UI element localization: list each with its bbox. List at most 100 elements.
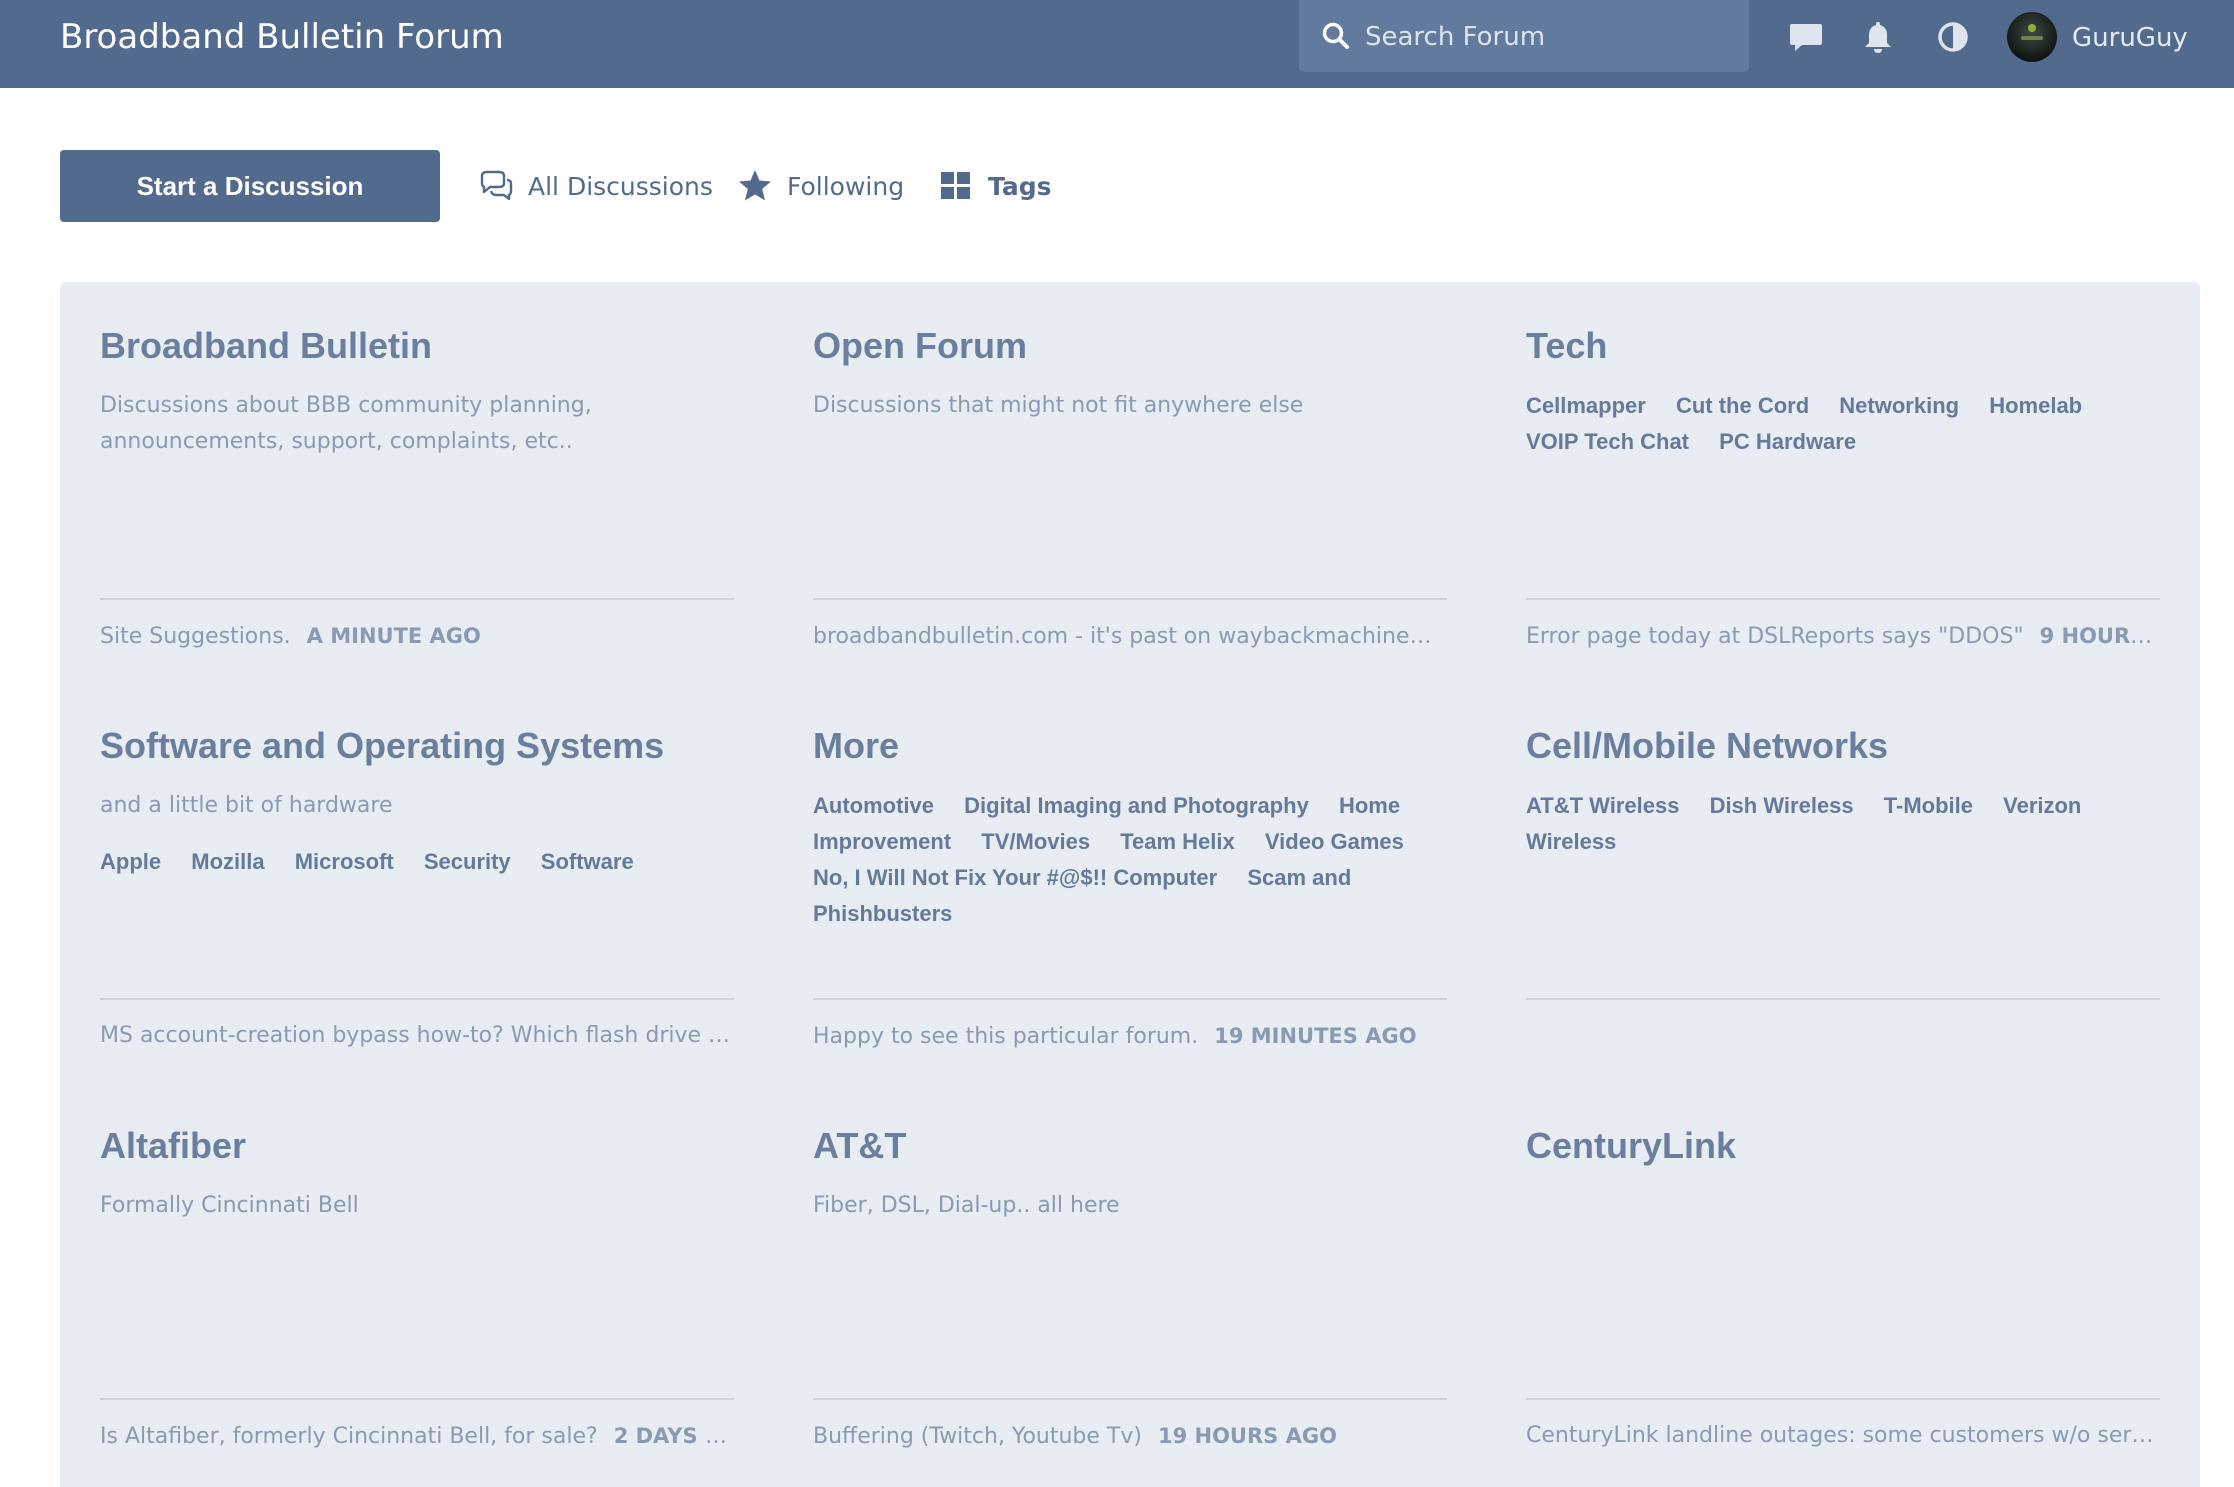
child-tag-link[interactable]: No, I Will Not Fix Your #@$!! Computer	[813, 865, 1217, 890]
nav-tags-label: Tags	[988, 171, 1052, 201]
last-discussion-title: MS account-creation bypass how-to? Which…	[100, 1023, 734, 1048]
child-tag-link[interactable]: Team Helix	[1120, 829, 1235, 854]
tags-grid-icon	[941, 172, 970, 199]
last-discussion-title: CenturyLink landline outages: some custo…	[1526, 1423, 2160, 1448]
nav-tags[interactable]: Tags	[938, 168, 1051, 204]
tile-divider	[813, 1398, 1447, 1400]
nav-following[interactable]: Following	[737, 168, 904, 204]
tag-tile-more[interactable]: More Automotive Digital Imaging and Phot…	[813, 682, 1447, 1082]
last-discussion-link[interactable]: Buffering (Twitch, Youtube Tv) 19 HOURS A…	[813, 1418, 1447, 1454]
search-icon	[1322, 22, 1349, 49]
tag-title[interactable]: Altafiber	[100, 1124, 246, 1168]
child-tag-link[interactable]: AT&T Wireless	[1526, 793, 1679, 818]
tag-description: Fiber, DSL, Dial-up.. all here	[813, 1193, 1120, 1218]
forum-title[interactable]: Broadband Bulletin Forum	[60, 15, 504, 59]
last-discussion-link[interactable]: CenturyLink landline outages: some custo…	[1526, 1418, 2160, 1454]
search-input[interactable]	[1363, 14, 1727, 60]
nav-all-discussions-label: All Discussions	[528, 171, 713, 201]
tag-description: Discussions that might not fit anywhere …	[813, 393, 1304, 418]
child-tag-link[interactable]: Networking	[1839, 393, 1959, 418]
last-discussion-time: A MINUTE AGO	[306, 624, 481, 648]
last-discussion-time: 19 MINUTES AGO	[1214, 1024, 1417, 1048]
bell-icon[interactable]	[1860, 19, 1896, 55]
last-discussion-link[interactable]: Is Altafiber, formerly Cincinnati Bell, …	[100, 1418, 734, 1454]
tag-title[interactable]: CenturyLink	[1526, 1124, 1736, 1168]
child-tag-link[interactable]: Mozilla	[191, 849, 264, 874]
last-discussion-title: Buffering (Twitch, Youtube Tv)	[813, 1424, 1142, 1449]
tag-description: Formally Cincinnati Bell	[100, 1193, 359, 1218]
tag-title[interactable]: Cell/Mobile Networks	[1526, 724, 1888, 768]
tag-tile-broadband-bulletin[interactable]: Broadband Bulletin Discussions about BBB…	[100, 282, 734, 682]
search-box[interactable]	[1299, 0, 1749, 72]
last-discussion-link[interactable]: broadbandbulletin.com - it's past on way…	[813, 618, 1447, 654]
tile-divider	[813, 998, 1447, 1000]
tag-tile-att[interactable]: AT&T Fiber, DSL, Dial-up.. all here Buff…	[813, 1082, 1447, 1482]
tag-tile-software-and-operating-systems[interactable]: Software and Operating Systems and a lit…	[100, 682, 734, 1082]
tile-divider	[100, 998, 734, 1000]
child-tag-link[interactable]: PC Hardware	[1719, 429, 1856, 454]
tag-description: and a little bit of hardware	[100, 793, 393, 818]
username[interactable]: GuruGuy	[2072, 22, 2188, 54]
tag-title[interactable]: AT&T	[813, 1124, 906, 1168]
child-tag-link[interactable]: Cut the Cord	[1676, 393, 1809, 418]
last-discussion-link[interactable]: MS account-creation bypass how-to? Which…	[100, 1018, 734, 1054]
discussions-icon	[480, 170, 513, 201]
last-discussion-link[interactable]: Happy to see this particular forum. 19 MI…	[813, 1018, 1447, 1054]
child-tags: Automotive Digital Imaging and Photograp…	[813, 788, 1447, 932]
child-tag-link[interactable]: T-Mobile	[1884, 793, 1973, 818]
start-discussion-button[interactable]: Start a Discussion	[60, 150, 440, 222]
last-discussion-time: 2 DAYS AGO	[613, 1424, 734, 1448]
child-tags: AT&T Wireless Dish Wireless T-Mobile Ver…	[1526, 788, 2160, 860]
tag-title[interactable]: Software and Operating Systems	[100, 724, 664, 768]
child-tag-link[interactable]: TV/Movies	[981, 829, 1090, 854]
child-tag-link[interactable]: Digital Imaging and Photography	[964, 793, 1309, 818]
child-tag-link[interactable]: VOIP Tech Chat	[1526, 429, 1689, 454]
last-discussion-title: Happy to see this particular forum.	[813, 1024, 1199, 1049]
child-tag-link[interactable]: Cellmapper	[1526, 393, 1646, 418]
child-tag-link[interactable]: Apple	[100, 849, 161, 874]
avatar-logo-dot	[2028, 24, 2036, 32]
last-discussion-title: Is Altafiber, formerly Cincinnati Bell, …	[100, 1424, 598, 1449]
tile-divider	[1526, 998, 2160, 1000]
nav-all-discussions[interactable]: All Discussions	[478, 168, 713, 204]
avatar-logo-bar	[2021, 36, 2043, 40]
tile-divider	[1526, 598, 2160, 600]
child-tag-link[interactable]: Homelab	[1989, 393, 2082, 418]
child-tags: Cellmapper Cut the Cord Networking Homel…	[1526, 388, 2160, 460]
tile-divider	[100, 1398, 734, 1400]
child-tag-link[interactable]: Video Games	[1265, 829, 1404, 854]
tag-tile-cell-mobile-networks[interactable]: Cell/Mobile Networks AT&T Wireless Dish …	[1526, 682, 2160, 1082]
chat-icon[interactable]	[1788, 19, 1824, 55]
child-tags: Apple Mozilla Microsoft Security Softwar…	[100, 844, 734, 880]
avatar[interactable]	[2007, 12, 2057, 62]
tag-tile-open-forum[interactable]: Open Forum Discussions that might not fi…	[813, 282, 1447, 682]
tile-divider	[1526, 1398, 2160, 1400]
last-discussion-title: broadbandbulletin.com - it's past on way…	[813, 624, 1410, 649]
tag-tile-altafiber[interactable]: Altafiber Formally Cincinnati Bell Is Al…	[100, 1082, 734, 1482]
last-discussion-time: 9 HOURS A...	[2039, 624, 2160, 648]
tile-divider	[100, 598, 734, 600]
top-header-bar: Broadband Bulletin Forum GuruGuy	[0, 0, 2234, 88]
last-discussion-link[interactable]: Error page today at DSLReports says "DDO…	[1526, 618, 2160, 654]
child-tag-link[interactable]: Automotive	[813, 793, 934, 818]
tags-grid: Broadband Bulletin Discussions about BBB…	[60, 282, 2200, 1487]
last-discussion-time: 19 HOURS AGO	[1157, 1424, 1337, 1448]
tag-tile-tech[interactable]: Tech Cellmapper Cut the Cord Networking …	[1526, 282, 2160, 682]
tag-tile-centurylink[interactable]: CenturyLink CenturyLink landline outages…	[1526, 1082, 2160, 1482]
tile-divider	[813, 598, 1447, 600]
child-tag-link[interactable]: Software	[541, 849, 634, 874]
child-tag-link[interactable]: Dish Wireless	[1710, 793, 1854, 818]
last-discussion-link[interactable]: Site Suggestions. A MINUTE AGO	[100, 618, 734, 654]
child-tag-link[interactable]: Security	[424, 849, 511, 874]
tag-title[interactable]: Broadband Bulletin	[100, 324, 432, 368]
tag-title[interactable]: More	[813, 724, 899, 768]
last-discussion-title: Site Suggestions.	[100, 624, 291, 649]
tag-title[interactable]: Tech	[1526, 324, 1607, 368]
nav-following-label: Following	[787, 171, 905, 201]
tag-title[interactable]: Open Forum	[813, 324, 1027, 368]
contrast-icon[interactable]	[1935, 19, 1971, 55]
child-tag-link[interactable]: Microsoft	[295, 849, 394, 874]
tag-description: Discussions about BBB community planning…	[100, 393, 592, 454]
star-icon	[739, 170, 771, 201]
last-discussion-title: Error page today at DSLReports says "DDO…	[1526, 624, 2024, 649]
